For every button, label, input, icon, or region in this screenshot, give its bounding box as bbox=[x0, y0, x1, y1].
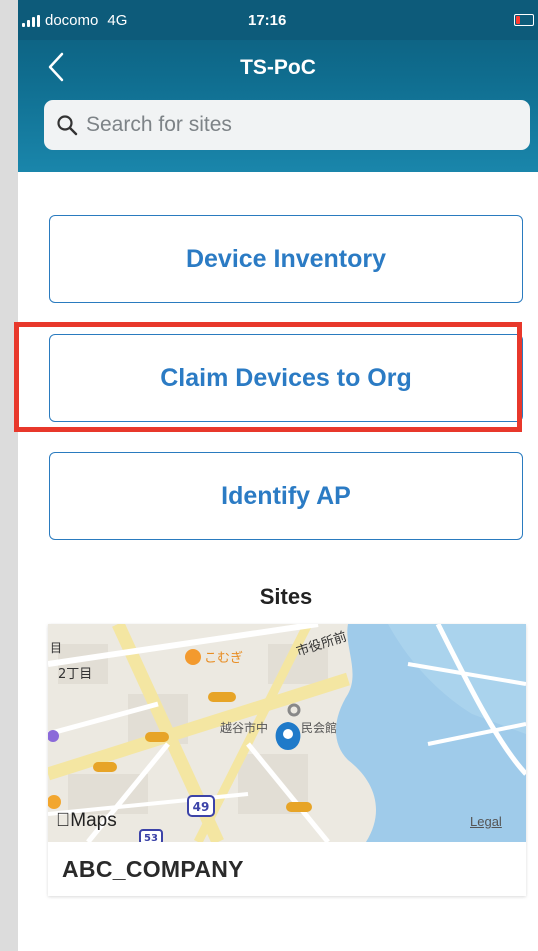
status-bar: docomo 4G 17:16 bbox=[18, 0, 538, 40]
search-input[interactable] bbox=[84, 112, 508, 138]
phone-screen: docomo 4G 17:16 TS-PoC Device Inventory … bbox=[18, 0, 538, 951]
apple-icon:  bbox=[56, 810, 70, 831]
identify-ap-button[interactable]: Identify AP bbox=[49, 452, 523, 540]
carrier-name: docomo bbox=[45, 12, 99, 29]
page-title: TS-PoC bbox=[240, 56, 316, 79]
battery-icon bbox=[514, 14, 534, 26]
network-type: 4G bbox=[107, 12, 128, 29]
search-icon bbox=[57, 115, 78, 136]
carrier-info: docomo 4G bbox=[22, 12, 127, 29]
route-shield-label: 49 bbox=[193, 800, 210, 814]
apple-maps-logo: Maps bbox=[56, 810, 117, 832]
route-shield-label-2: 53 bbox=[144, 833, 158, 842]
legal-link[interactable]: Legal bbox=[470, 814, 502, 829]
site-name: ABC_COMPANY bbox=[62, 856, 244, 882]
sites-section-title: Sites bbox=[259, 584, 313, 609]
site-card[interactable]: 目 2丁目 こむぎ 市役所前 越谷市中 民会館 49 53 Maps Lega… bbox=[48, 624, 526, 896]
map-label-kaikan: 民会館 bbox=[301, 720, 337, 735]
maps-brand-text: Maps bbox=[56, 810, 116, 831]
signal-icon bbox=[22, 14, 40, 27]
map-label-koshigaya: 越谷市中 bbox=[220, 720, 268, 735]
map-label-chome: 目 bbox=[50, 641, 62, 655]
navigation-bar: docomo 4G 17:16 TS-PoC bbox=[18, 0, 538, 172]
map-label-komugi: こむぎ bbox=[204, 651, 243, 666]
device-inventory-button[interactable]: Device Inventory bbox=[49, 215, 523, 303]
highlight-box bbox=[14, 322, 522, 432]
search-bar[interactable] bbox=[44, 100, 530, 150]
site-map: 目 2丁目 こむぎ 市役所前 越谷市中 民会館 49 53 bbox=[48, 624, 526, 842]
status-time: 17:16 bbox=[248, 12, 287, 29]
map-label-nichome: 2丁目 bbox=[58, 667, 92, 682]
